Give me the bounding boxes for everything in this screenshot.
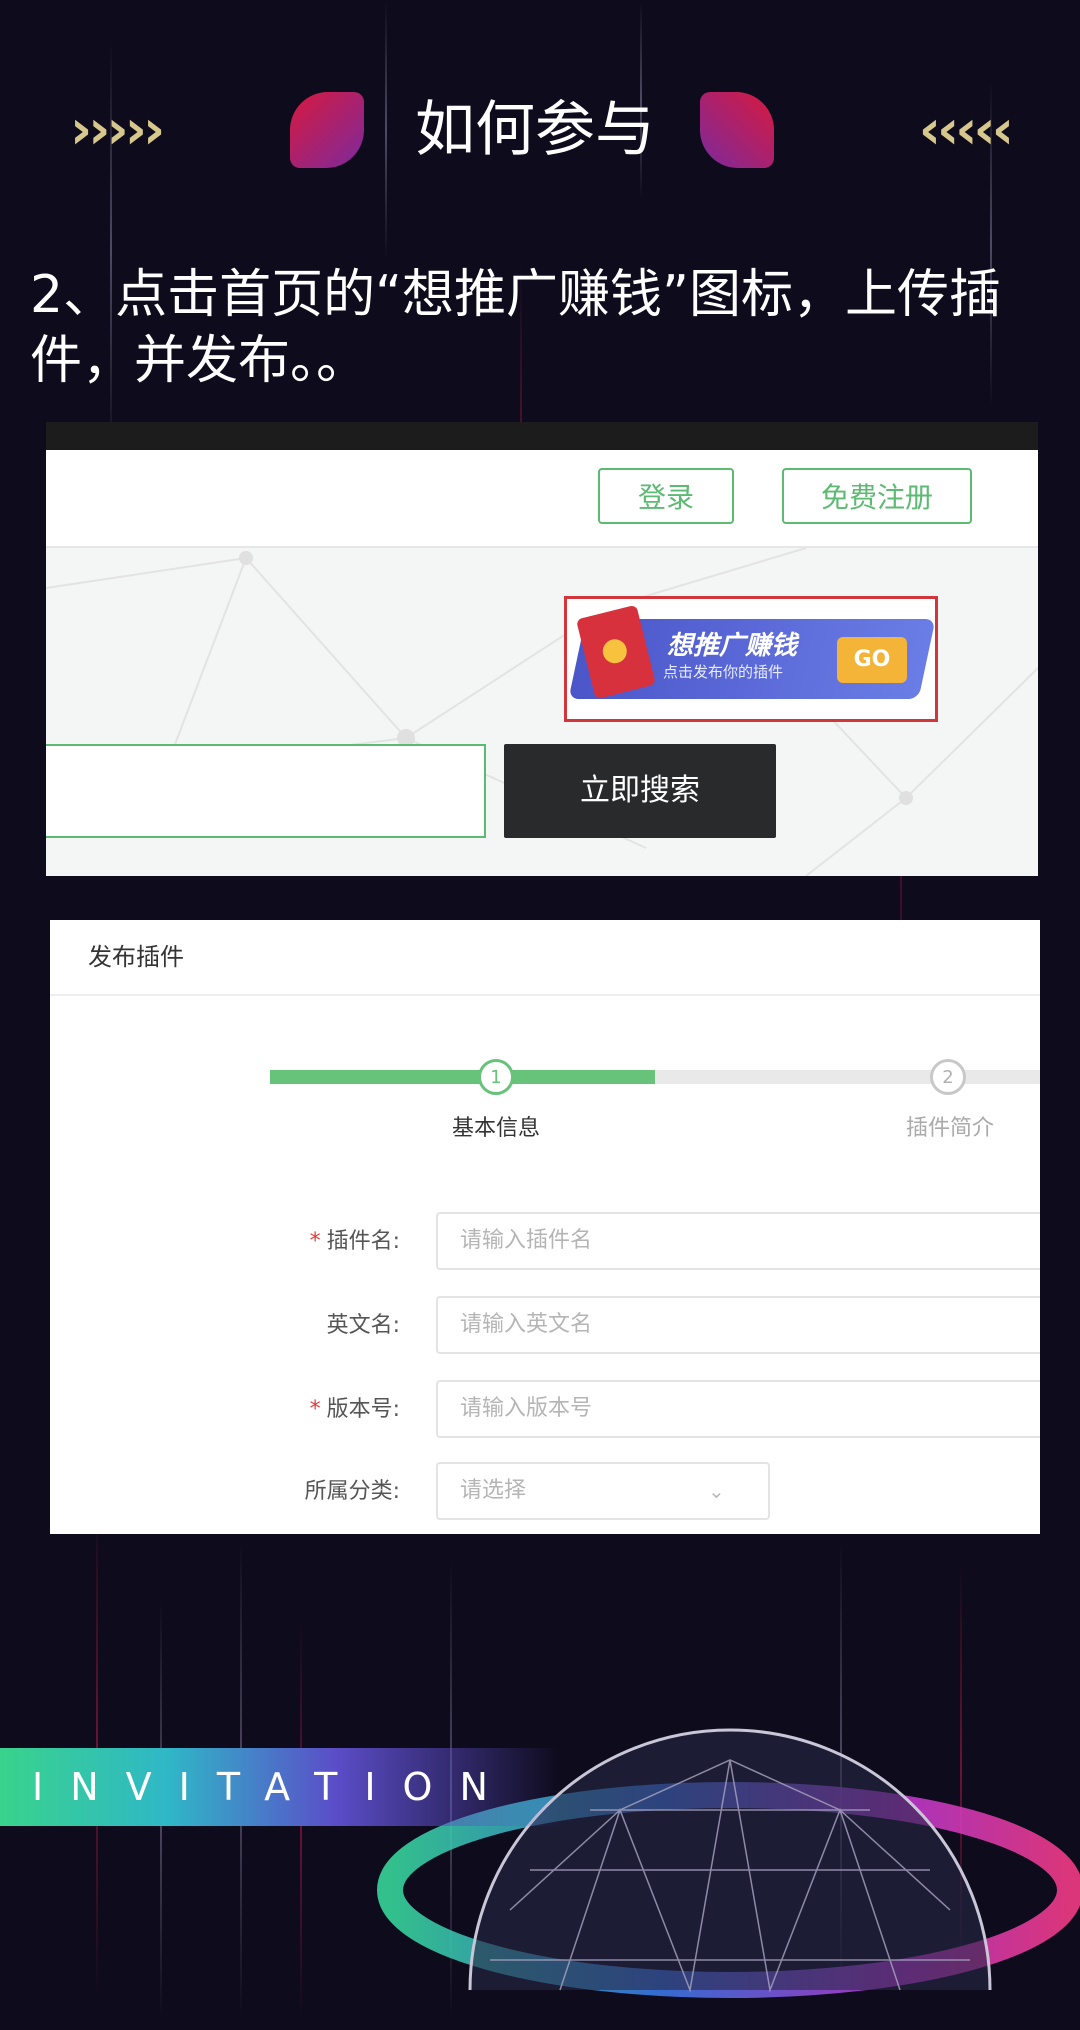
version-input[interactable]: 请输入版本号: [436, 1380, 1040, 1438]
go-button[interactable]: GO: [837, 637, 907, 683]
step-2-indicator: 2: [930, 1059, 966, 1095]
form-row-plugin-name: * 插件名: 请输入插件名: [50, 1212, 1040, 1272]
plugin-name-label: * 插件名:: [309, 1229, 400, 1254]
invitation-text: INVITATION: [32, 1765, 515, 1809]
promo-subtitle: 点击发布你的插件: [663, 663, 784, 681]
required-mark: *: [309, 1397, 321, 1422]
step-1-indicator: 1: [478, 1059, 514, 1095]
browser-top-bar: [46, 422, 1038, 450]
english-name-input[interactable]: 请输入英文名: [436, 1296, 1040, 1354]
english-name-label: 英文名:: [326, 1313, 400, 1338]
step-2-label: 插件简介: [906, 1116, 995, 1141]
steps-progress-track: [270, 1070, 1040, 1084]
form-row-category: 所属分类: 请选择 ⌄: [50, 1462, 1040, 1522]
gem-decoration: [290, 92, 364, 168]
instruction-text: 2、点击首页的“想推广赚钱”图标，上传插件，并发布。。: [30, 265, 1001, 391]
required-mark: *: [309, 1229, 321, 1254]
register-button[interactable]: 免费注册: [782, 468, 972, 524]
page-title: 如何参与: [415, 95, 655, 165]
category-select-value: 请选择: [460, 1478, 527, 1503]
promo-title: 想推广赚钱: [667, 631, 798, 661]
search-button[interactable]: 立即搜索: [504, 744, 776, 838]
step-1-label: 基本信息: [452, 1116, 541, 1141]
chevron-down-icon: ⌄: [708, 1479, 725, 1503]
chevron-right-decoration: ›››››: [70, 98, 165, 161]
steps-progress-fill: [270, 1070, 655, 1084]
login-button[interactable]: 登录: [598, 468, 734, 524]
form-row-english-name: 英文名: 请输入英文名: [50, 1296, 1040, 1356]
site-navbar: 登录 免费注册: [46, 450, 1038, 548]
chevron-left-decoration: ‹‹‹‹‹: [918, 98, 1014, 161]
gem-decoration: [700, 92, 774, 168]
search-input[interactable]: [46, 744, 486, 838]
category-select[interactable]: 请选择 ⌄: [436, 1462, 770, 1520]
form-card-title: 发布插件: [88, 943, 184, 971]
homepage-screenshot: 登录 免费注册 想推广赚钱 点击发布你的插件 GO 立即搜索: [46, 422, 1038, 876]
version-label: * 版本号:: [309, 1397, 400, 1422]
section-header: ››››› 如何参与 ‹‹‹‹‹: [0, 80, 1080, 180]
invitation-banner: INVITATION: [0, 1748, 560, 1826]
plugin-name-input[interactable]: 请输入插件名: [436, 1212, 1040, 1270]
form-row-version: * 版本号: 请输入版本号: [50, 1380, 1040, 1440]
promo-highlight-box: 想推广赚钱 点击发布你的插件 GO: [564, 596, 938, 722]
publish-form-screenshot: 发布插件 1 2 基本信息 插件简介 * 插件名: 请输入插件名 英文名: 请输入…: [50, 920, 1040, 1534]
divider: [50, 994, 1040, 996]
category-label: 所属分类:: [304, 1479, 400, 1504]
